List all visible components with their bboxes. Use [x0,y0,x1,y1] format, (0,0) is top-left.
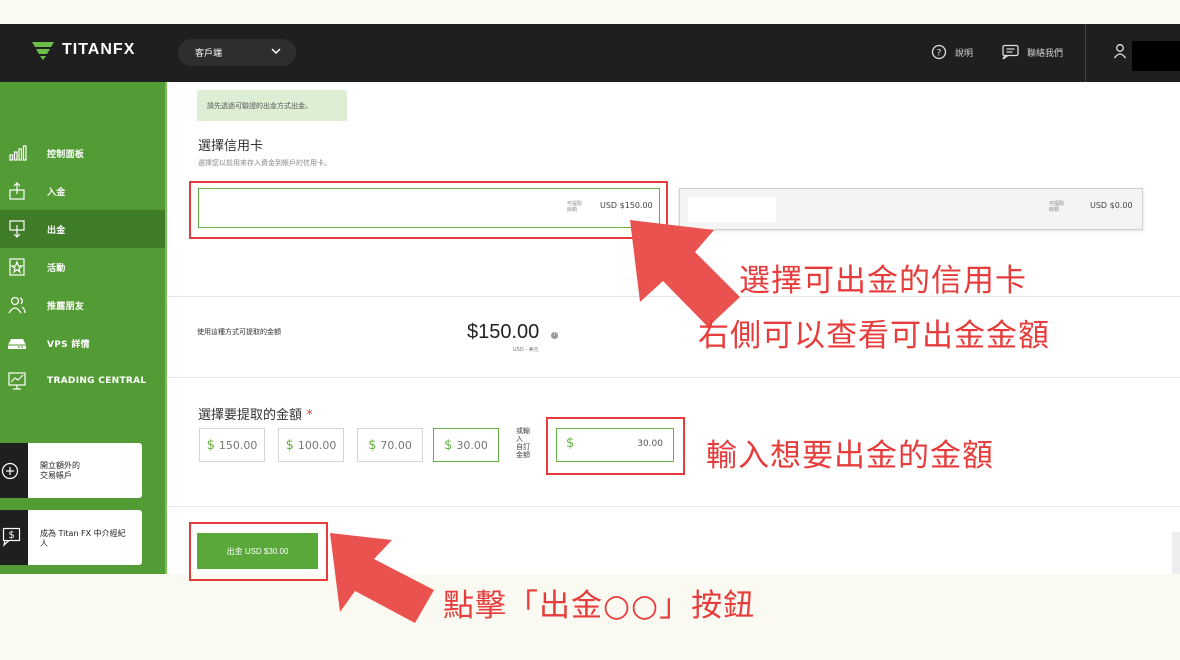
titanfx-logo[interactable]: TITANFX [30,40,135,60]
chat-bubbles-icon [1002,44,1019,60]
sidebar-label-refer-friend: 推薦朋友 [47,301,85,312]
preset-amount-100[interactable]: $ 100.00 [278,428,344,462]
sidebar-item-refer-friend[interactable]: 推薦朋友 [0,286,165,324]
client-dropdown-label: 客戶端 [195,49,223,59]
sidebar-item-deposit[interactable]: 入金 [0,172,165,210]
preset-amount-100-label: 100.00 [297,438,337,452]
section-divider [167,506,1180,507]
help-label: 說明 [955,48,974,59]
input-highlight-box [546,417,685,475]
preset-amount-30-label: 30.00 [456,438,488,452]
deposit-icon [9,182,25,200]
credit-card-option-2[interactable]: 可提取 餘額 USD $0.00 [679,188,1143,230]
card-section-title: 選擇信用卡 [198,139,264,154]
dollar-sign: $ [285,437,294,453]
card-2-number-redacted [688,197,776,222]
annotation-input: 輸入想要出金的金額 [706,438,994,474]
top-bar-divider [1085,24,1086,82]
annotation-card-line2: 右側可以查看可出金金額 [698,318,1050,354]
top-bar: TITANFX 客戶端 ? 說明 聯絡我們 [0,24,1180,82]
annotation-button: 點擊「出金○○」按鈕 [443,588,756,624]
become-ib-promo[interactable]: $ 成為 Titan FX 中介經紀 人 [0,510,142,565]
amount-section-title: 選擇要提取的金額 * [198,404,313,423]
open-account-promo-text: 開立額外的 交易帳戶 [40,461,80,481]
annotation-card-line1: 選擇可出金的信用卡 [739,263,1027,299]
dollar-sign: $ [444,437,453,453]
sidebar-label-dashboard: 控制面板 [47,149,85,160]
button-highlight-box [189,522,328,581]
sidebar-label-vps: VPS 詳情 [47,339,90,350]
card-2-tag-line2: 餘額 [1049,207,1060,213]
withdraw-notice: 請先透過可驗證的出金方式出金。 [197,90,347,121]
sidebar-label-trading-central: TRADING CENTRAL [47,376,147,386]
open-account-line1: 開立額外的 [40,461,80,470]
chevron-down-icon [271,48,281,55]
card-section-subtitle: 選擇您以前用來存入資金到帳戶的信用卡。 [198,159,331,167]
plus-circle-icon [1,462,19,480]
sidebar-item-dashboard[interactable]: 控制面板 [0,134,165,172]
sidebar-label-promotions: 活動 [47,263,66,274]
card-2-amount: USD $0.00 [1090,201,1133,210]
sidebar-item-withdraw[interactable]: 出金 [0,210,165,248]
sidebar-label-withdraw: 出金 [47,225,66,236]
open-account-line2: 交易帳戶 [40,471,72,480]
card-highlight-box [189,181,668,239]
custom-amount-label-line2: 自訂 [516,443,530,451]
contact-link[interactable]: 聯絡我們 [1000,44,1063,60]
preset-amount-30[interactable]: $ 30.00 [433,428,499,462]
dollar-sign: $ [206,437,215,453]
preset-amount-150-label: 150.00 [218,438,258,452]
sidebar-item-trading-central[interactable]: TRADING CENTRAL [0,362,165,400]
preset-amount-150[interactable]: $ 150.00 [199,428,265,462]
sidebar-label-deposit: 入金 [47,187,66,198]
required-marker: * [306,408,313,423]
preset-amount-70-label: 70.00 [380,438,412,452]
amount-section-title-text: 選擇要提取的金額 [198,408,303,423]
available-amount-unit: USD - 美元 [513,347,539,353]
contact-label: 聯絡我們 [1027,48,1064,59]
preset-amount-70[interactable]: $ 70.00 [357,428,423,462]
sidebar-item-vps[interactable]: VPS 詳情 [0,324,165,362]
custom-amount-label-line1: 或輸入 [516,427,530,443]
become-ib-line1: 成為 Titan FX 中介經紀 [40,529,126,538]
available-amount-label: 使用這種方式可提取的金額 [197,328,281,336]
section-divider [167,296,1180,297]
card-2-available-tag: 可提取 餘額 [1049,201,1064,213]
custom-amount-label-line3: 金額 [516,451,530,459]
become-ib-promo-text: 成為 Titan FX 中介經紀 人 [40,529,126,549]
withdraw-icon [9,220,25,238]
refer-friend-icon [8,296,26,314]
become-ib-line2: 人 [40,539,48,548]
scroll-edge [1172,532,1180,574]
user-name-redacted [1132,41,1180,71]
sidebar: 控制面板 入金 出金 活動 推薦朋友 VPS 詳情 TRADING CENTRA… [0,82,167,574]
client-dropdown[interactable]: 客戶端 [178,39,296,66]
question-circle-icon: ? [931,44,947,60]
section-divider [167,377,1180,378]
custom-amount-label: 或輸入 自訂 金額 [516,427,536,459]
available-amount-value: $150.00 [467,321,540,343]
help-link[interactable]: ? 說明 [931,44,973,60]
svg-text:$: $ [8,530,14,541]
info-icon[interactable]: i [551,332,558,339]
trading-central-icon [8,372,26,390]
vps-icon [8,339,26,349]
dollar-sign: $ [368,437,377,453]
sidebar-item-promotions[interactable]: 活動 [0,248,165,286]
bar-chart-icon [9,145,27,161]
open-account-promo[interactable]: 開立額外的 交易帳戶 [0,443,142,498]
titan-shield-icon [32,42,54,60]
svg-text:?: ? [937,49,942,59]
money-chat-icon: $ [2,527,21,547]
user-icon[interactable] [1113,43,1127,59]
promotion-icon [9,258,25,276]
logo-text: TITANFX [62,41,136,58]
